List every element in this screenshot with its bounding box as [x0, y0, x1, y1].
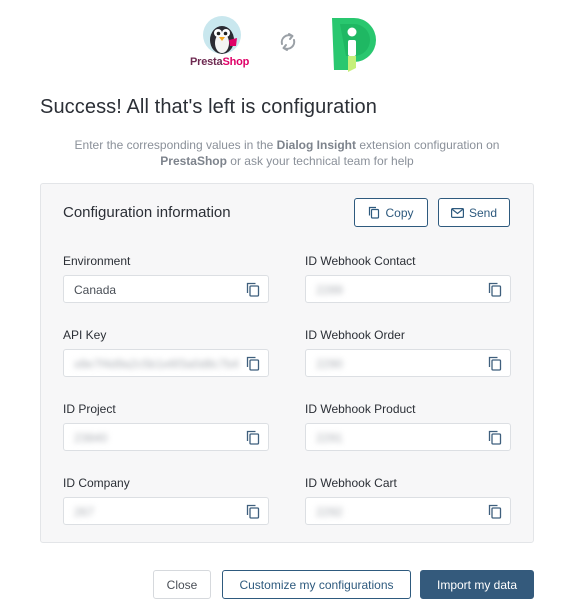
id-webhook-cart-input[interactable]: 2292 — [305, 497, 511, 525]
page-title: Success! All that's left is configuratio… — [40, 96, 377, 118]
field-value: 2291 — [316, 431, 343, 445]
customize-configurations-button[interactable]: Customize my configurations — [222, 570, 411, 599]
field-environment: Environment Canada — [63, 254, 269, 303]
field-label: Environment — [63, 254, 131, 268]
copy-icon — [369, 206, 380, 219]
field-id-project: ID Project 23840 — [63, 402, 269, 451]
prestashop-penguin-icon — [203, 16, 241, 54]
logo-header: PrestaShop — [0, 14, 574, 76]
copy-icon[interactable] — [488, 282, 502, 297]
field-value: 267 — [74, 505, 95, 519]
page-subtitle: Enter the corresponding values in the Di… — [74, 138, 500, 168]
copy-icon[interactable] — [246, 282, 260, 297]
field-label: ID Webhook Contact — [305, 254, 416, 268]
field-label: ID Company — [63, 476, 130, 490]
field-value: 2289 — [316, 283, 343, 297]
field-value: 23840 — [74, 431, 108, 445]
field-value: x8e7f4d9a2c5b1e6f3a0d8c7b4 — [74, 357, 239, 371]
dialog-insight-logo — [328, 14, 380, 72]
configuration-title: Configuration information — [63, 204, 231, 221]
envelope-icon — [450, 207, 464, 218]
prestashop-wordmark: PrestaShop — [190, 56, 250, 68]
field-id-webhook-product: ID Webhook Product 2291 — [305, 402, 511, 451]
field-id-webhook-order: ID Webhook Order 2290 — [305, 328, 511, 377]
id-webhook-contact-input[interactable]: 2289 — [305, 275, 511, 303]
field-id-webhook-contact: ID Webhook Contact 2289 — [305, 254, 511, 303]
prestashop-logo: PrestaShop — [190, 16, 254, 72]
close-button[interactable]: Close — [153, 570, 211, 599]
copy-icon[interactable] — [488, 430, 502, 445]
copy-icon[interactable] — [246, 504, 260, 519]
id-project-input[interactable]: 23840 — [63, 423, 269, 451]
id-webhook-order-input[interactable]: 2290 — [305, 349, 511, 377]
copy-icon[interactable] — [246, 430, 260, 445]
configuration-card: Configuration information Copy Send Envi… — [40, 183, 534, 543]
import-data-button[interactable]: Import my data — [420, 570, 534, 599]
field-label: ID Webhook Product — [305, 402, 416, 416]
field-id-webhook-cart: ID Webhook Cart 2292 — [305, 476, 511, 525]
environment-input[interactable]: Canada — [63, 275, 269, 303]
field-label: API Key — [63, 328, 107, 342]
copy-icon[interactable] — [246, 356, 260, 371]
prestashop-name: PrestaShop — [160, 154, 227, 168]
field-value: 2292 — [316, 505, 343, 519]
id-webhook-product-input[interactable]: 2291 — [305, 423, 511, 451]
field-value: Canada — [74, 283, 117, 297]
copy-icon[interactable] — [488, 504, 502, 519]
dialog-insight-name: Dialog Insight — [276, 138, 357, 152]
field-value: 2290 — [316, 357, 343, 371]
id-company-input[interactable]: 267 — [63, 497, 269, 525]
field-label: ID Webhook Order — [305, 328, 405, 342]
field-label: ID Webhook Cart — [305, 476, 397, 490]
api-key-input[interactable]: x8e7f4d9a2c5b1e6f3a0d8c7b4 — [63, 349, 269, 377]
sync-icon — [276, 30, 300, 54]
field-label: ID Project — [63, 402, 116, 416]
copy-all-button[interactable]: Copy — [354, 198, 428, 227]
copy-icon[interactable] — [488, 356, 502, 371]
field-id-company: ID Company 267 — [63, 476, 269, 525]
field-api-key: API Key x8e7f4d9a2c5b1e6f3a0d8c7b4 — [63, 328, 269, 377]
send-button[interactable]: Send — [438, 198, 510, 227]
